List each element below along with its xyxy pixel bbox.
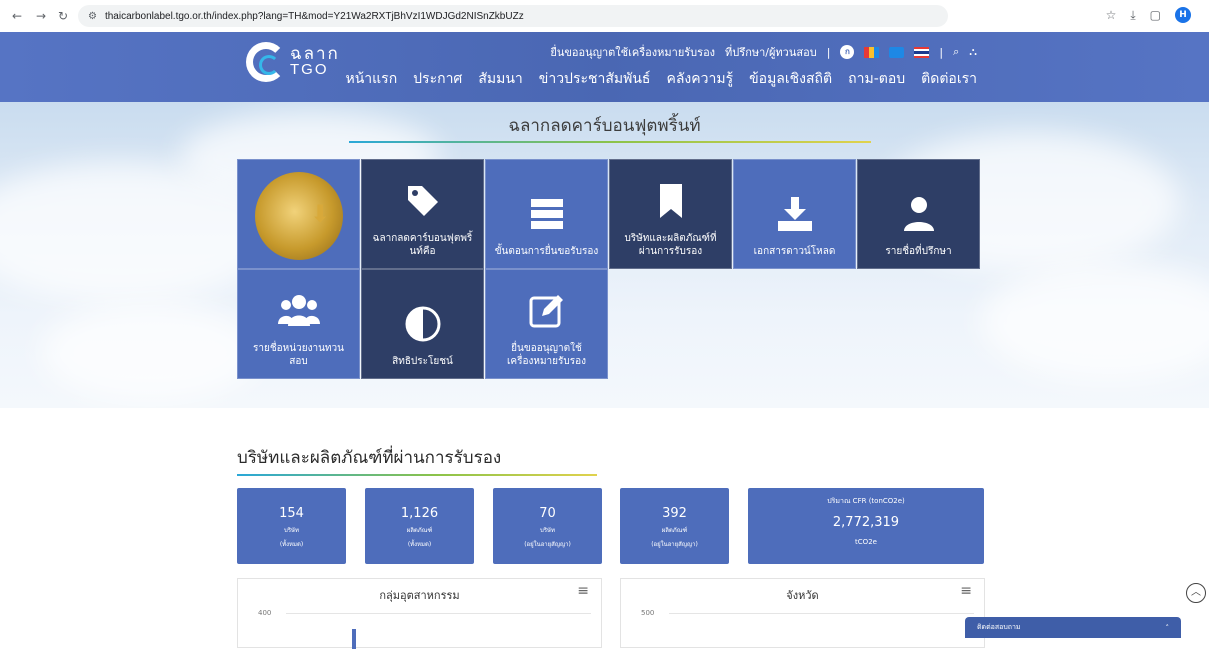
stat-unit: tCO2e bbox=[855, 538, 877, 546]
stat-caption: ปริมาณ CFR (tonCO2e) bbox=[827, 497, 905, 505]
english-flag-icon[interactable] bbox=[889, 46, 905, 58]
divider: | bbox=[826, 45, 831, 59]
tile-label: ยื่นขออนุญาตใช้เครื่องหมายรับรอง bbox=[506, 343, 586, 367]
tile-verifiers[interactable]: รายชื่อหน่วยงานทวนสอบ bbox=[237, 269, 360, 379]
site-info-icon[interactable]: ⚙ bbox=[88, 11, 97, 22]
logo-c-icon bbox=[246, 42, 286, 82]
tile-certified-companies[interactable]: บริษัทและผลิตภัณฑ์ที่ผ่านการรับรอง bbox=[609, 159, 732, 269]
nav-knowledge[interactable]: คลังความรู้ bbox=[666, 68, 733, 90]
font-size-icon[interactable]: ก bbox=[840, 45, 855, 59]
tile-process[interactable]: ขั้นตอนการยื่นขอรับรอง bbox=[485, 159, 608, 269]
tile-label: รายชื่อหน่วยงานทวนสอบ bbox=[253, 343, 344, 367]
stat-caption: บริษัท bbox=[540, 527, 555, 534]
nav-news[interactable]: ข่าวประชาสัมพันธ์ bbox=[539, 68, 651, 90]
doctor-icon bbox=[898, 193, 940, 235]
bookmark-icon bbox=[650, 180, 692, 222]
tile-downloads[interactable]: เอกสารดาวน์โหลด bbox=[733, 159, 856, 269]
stat-value: 1,126 bbox=[400, 506, 439, 521]
sitemap-icon[interactable]: ⛬ bbox=[969, 45, 977, 59]
contact-label: ติดต่อสอบถาม bbox=[977, 623, 1021, 631]
chart-title: จังหวัด bbox=[786, 589, 819, 602]
chart-gridline bbox=[669, 613, 974, 614]
download-icon bbox=[774, 193, 816, 235]
tile-label: สิทธิประโยชน์ bbox=[392, 356, 453, 367]
download-icon[interactable]: ⤓ bbox=[1130, 8, 1135, 23]
forward-arrow-icon[interactable]: → bbox=[32, 7, 50, 25]
contact-widget[interactable]: ติดต่อสอบถาม ˄ bbox=[965, 617, 1181, 638]
stat-value: 154 bbox=[279, 506, 304, 521]
nav-home[interactable]: หน้าแรก bbox=[345, 68, 397, 90]
tile-label: ฉลากลดคาร์บอนฟุตพริ้นท์คือ bbox=[372, 233, 473, 257]
chart-gridline bbox=[286, 613, 591, 614]
tag-icon bbox=[402, 180, 444, 222]
stat-value: 70 bbox=[539, 506, 556, 521]
top-link-consultant[interactable]: ที่ปรึกษา/ผู้ทวนสอบ bbox=[725, 43, 817, 61]
stat-products-active: 392 ผลิตภัณฑ์ (อยู่ในอายุสัญญา) bbox=[620, 488, 729, 564]
tile-label: บริษัทและผลิตภัณฑ์ที่ผ่านการรับรอง bbox=[624, 233, 717, 257]
browser-toolbar: ← → ↻ ⚙ thaicarbonlabel.tgo.or.th/index.… bbox=[0, 0, 1209, 32]
stat-caption: (ทั้งหมด) bbox=[407, 541, 432, 548]
chart-title: กลุ่มอุตสาหกรรม bbox=[379, 589, 460, 602]
thai-flag-icon[interactable] bbox=[914, 46, 930, 58]
tile-label: เอกสารดาวน์โหลด bbox=[753, 246, 836, 257]
stat-value: 2,772,319 bbox=[832, 515, 900, 530]
nav-seminar[interactable]: สัมมนา bbox=[478, 68, 522, 90]
chart-menu-icon[interactable]: ≡ bbox=[960, 583, 972, 599]
users-icon bbox=[277, 290, 320, 332]
stat-caption: บริษัท bbox=[284, 527, 299, 534]
stat-value: 392 bbox=[662, 506, 687, 521]
edit-icon bbox=[526, 290, 568, 332]
hero-title-underline bbox=[349, 141, 871, 143]
chart-bar[interactable] bbox=[352, 629, 356, 649]
certified-section-title: บริษัทและผลิตภัณฑ์ที่ผ่านการรับรอง bbox=[237, 448, 502, 468]
nav-faq[interactable]: ถาม-ตอบ bbox=[848, 68, 905, 90]
contrast-flag-icon[interactable] bbox=[864, 46, 880, 58]
stat-companies-total: 154 บริษัท (ทั้งหมด) bbox=[237, 488, 346, 564]
search-icon[interactable]: ⌕ bbox=[953, 45, 959, 59]
y-tick-label: 500 bbox=[641, 609, 655, 617]
nav-announcements[interactable]: ประกาศ bbox=[413, 68, 462, 90]
y-tick-label: 400 bbox=[258, 609, 272, 617]
stat-caption: ผลิตภัณฑ์ bbox=[406, 527, 433, 534]
server-list-icon bbox=[526, 193, 568, 235]
chevron-up-icon[interactable]: ˄ bbox=[1166, 624, 1170, 632]
tile-consultants[interactable]: รายชื่อที่ปรึกษา bbox=[857, 159, 980, 269]
stat-caption: (ทั้งหมด) bbox=[279, 541, 304, 548]
scroll-to-top-button[interactable]: ︿ bbox=[1186, 583, 1206, 603]
contrast-icon bbox=[402, 303, 444, 345]
site-logo[interactable]: ฉลาก TGO bbox=[246, 42, 340, 82]
url-text: thaicarbonlabel.tgo.or.th/index.php?lang… bbox=[104, 10, 524, 22]
top-links: ยื่นขออนุญาตใช้เครื่องหมายรับรอง ที่ปรึก… bbox=[550, 43, 977, 61]
tile-benefits[interactable]: สิทธิประโยชน์ bbox=[361, 269, 484, 379]
nav-contact[interactable]: ติดต่อเรา bbox=[921, 68, 977, 90]
tile-apply-label[interactable]: ยื่นขออนุญาตใช้เครื่องหมายรับรอง bbox=[485, 269, 608, 379]
nav-statistics[interactable]: ข้อมูลเชิงสถิติ bbox=[749, 68, 832, 90]
divider: | bbox=[939, 45, 944, 59]
stat-caption: (อยู่ในอายุสัญญา) bbox=[524, 541, 571, 548]
profile-avatar[interactable]: H bbox=[1175, 7, 1191, 23]
top-link-apply[interactable]: ยื่นขออนุญาตใช้เครื่องหมายรับรอง bbox=[550, 43, 715, 61]
logo-text-line2: TGO bbox=[290, 61, 329, 78]
hero-title: ฉลากลดคาร์บอนฟุตพริ้นท์ bbox=[508, 116, 701, 136]
stat-companies-active: 70 บริษัท (อยู่ในอายุสัญญา) bbox=[493, 488, 602, 564]
section-underline bbox=[237, 474, 597, 476]
bookmark-star-icon[interactable]: ☆ bbox=[1106, 8, 1117, 22]
stat-cfr-total: ปริมาณ CFR (tonCO2e) 2,772,319 tCO2e bbox=[748, 488, 984, 564]
tile-label: ขั้นตอนการยื่นขอรับรอง bbox=[494, 246, 599, 257]
stat-caption: (อยู่ในอายุสัญญา) bbox=[651, 541, 698, 548]
logo-text-line1: ฉลาก bbox=[290, 44, 340, 63]
stat-products-total: 1,126 ผลิตภัณฑ์ (ทั้งหมด) bbox=[365, 488, 474, 564]
address-bar[interactable]: ⚙ thaicarbonlabel.tgo.or.th/index.php?la… bbox=[78, 5, 948, 27]
stat-caption: ผลิตภัณฑ์ bbox=[661, 527, 688, 534]
down-arrow-icon: ⬇ bbox=[310, 200, 331, 228]
tile-carbon-logo[interactable]: ⬇ bbox=[237, 159, 360, 269]
main-nav: หน้าแรก ประกาศ สัมมนา ข่าวประชาสัมพันธ์ … bbox=[345, 68, 977, 90]
tile-what-is-label[interactable]: ฉลากลดคาร์บอนฟุตพริ้นท์คือ bbox=[361, 159, 484, 269]
tile-label: รายชื่อที่ปรึกษา bbox=[885, 246, 952, 257]
reload-icon[interactable]: ↻ bbox=[54, 7, 72, 25]
side-panel-icon[interactable]: ▢ bbox=[1150, 8, 1161, 22]
back-arrow-icon[interactable]: ← bbox=[8, 7, 26, 25]
chart-menu-icon[interactable]: ≡ bbox=[577, 583, 589, 599]
